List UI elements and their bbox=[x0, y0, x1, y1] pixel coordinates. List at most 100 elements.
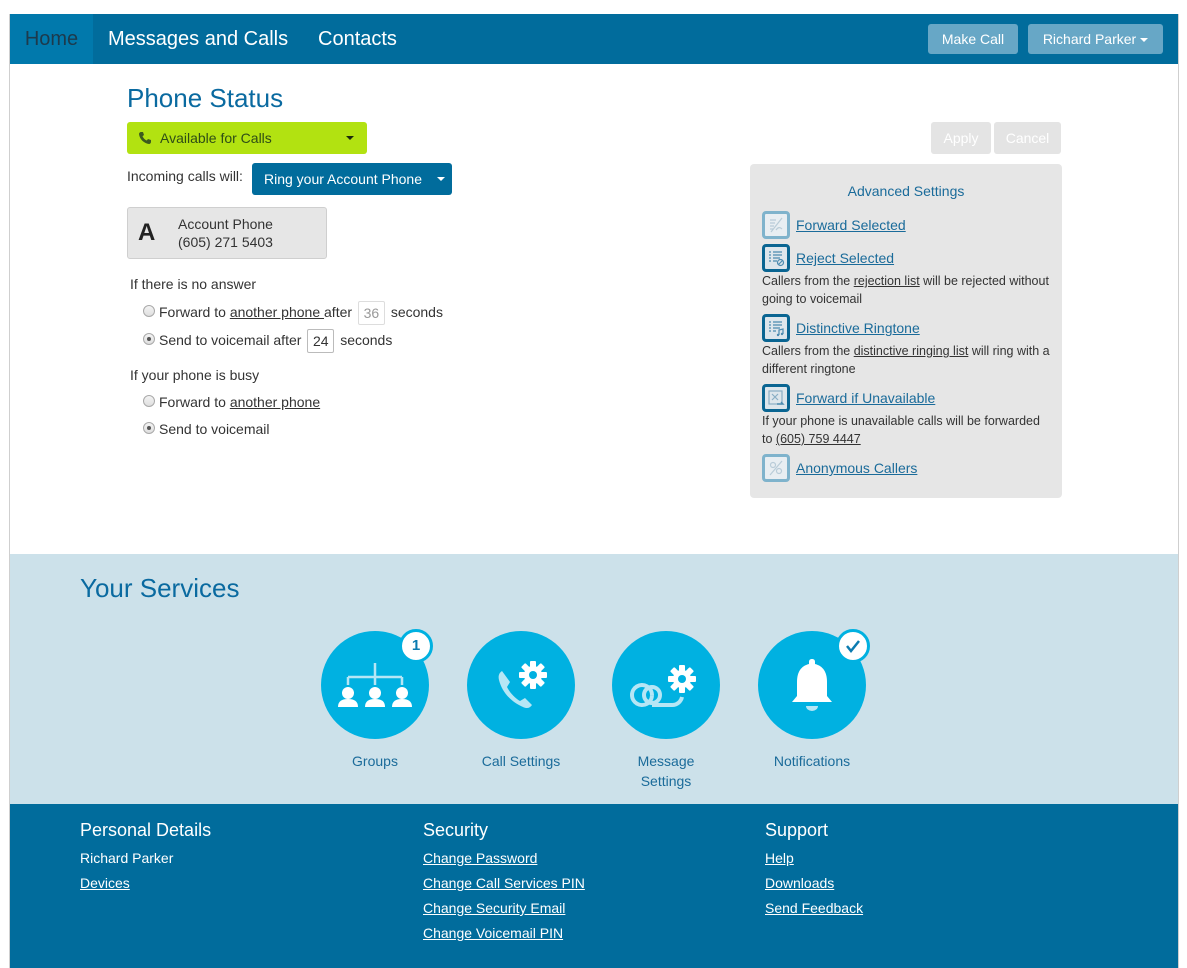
account-phone-card: A Account Phone (605) 271 5403 bbox=[127, 207, 327, 259]
page: Home Messages and Calls Contacts Make Ca… bbox=[9, 14, 1179, 968]
option-text: Forward to bbox=[159, 304, 230, 320]
footer-personal-details: Personal Details Richard Parker Devices bbox=[80, 820, 211, 901]
distinctive-ringtone-link[interactable]: Distinctive Ringtone bbox=[796, 320, 920, 336]
footer-user-name: Richard Parker bbox=[80, 850, 174, 866]
footer-heading: Support bbox=[765, 820, 829, 840]
account-phone-letter: A bbox=[138, 219, 156, 246]
footer-heading: Security bbox=[423, 820, 489, 840]
tab-contacts[interactable]: Contacts bbox=[318, 14, 397, 64]
service-circle bbox=[612, 631, 720, 739]
make-call-button[interactable]: Make Call bbox=[928, 24, 1018, 54]
service-label: Message Settings bbox=[637, 753, 695, 789]
footer-support: Support Help Downloads Send Feedback bbox=[765, 820, 863, 926]
forward-selected-link[interactable]: Forward Selected bbox=[796, 217, 906, 233]
no-answer-forward-option: Forward to another phone after 36 second… bbox=[143, 300, 443, 326]
busy-label: If your phone is busy bbox=[130, 367, 260, 383]
checkmark-icon bbox=[846, 640, 860, 654]
no-answer-forward-radio[interactable] bbox=[143, 305, 155, 318]
busy-forward-option: Forward to another phone bbox=[143, 390, 320, 414]
busy-voicemail-option: Send to voicemail bbox=[143, 417, 270, 441]
option-text: Forward to bbox=[159, 394, 230, 410]
phone-status-value: Available for Calls bbox=[160, 130, 272, 146]
service-circle bbox=[467, 631, 575, 739]
change-security-email-link[interactable]: Change Security Email bbox=[423, 901, 585, 926]
busy-voicemail-radio[interactable] bbox=[143, 422, 155, 435]
busy-forward-radio[interactable] bbox=[143, 395, 155, 408]
caret-down-icon bbox=[346, 136, 354, 140]
phone-icon bbox=[139, 132, 151, 144]
groups-count-badge: 1 bbox=[399, 629, 433, 663]
forward-unavailable-icon[interactable] bbox=[762, 384, 790, 412]
top-navbar: Home Messages and Calls Contacts Make Ca… bbox=[10, 14, 1178, 64]
service-message-settings[interactable]: Message Settings bbox=[612, 631, 720, 791]
user-name: Richard Parker bbox=[1042, 31, 1137, 47]
forward-unavailable-description: If your phone is unavailable calls will … bbox=[762, 412, 1052, 448]
footer: Personal Details Richard Parker Devices … bbox=[10, 804, 1178, 968]
description-text: Callers from the bbox=[762, 344, 854, 358]
account-phone-number: (605) 271 5403 bbox=[178, 234, 273, 250]
distinctive-ringtone-description: Callers from the distinctive ringing lis… bbox=[762, 342, 1052, 378]
no-answer-label: If there is no answer bbox=[130, 276, 257, 292]
change-call-services-pin-link[interactable]: Change Call Services PIN bbox=[423, 876, 585, 901]
seconds-label: seconds bbox=[340, 332, 393, 348]
advanced-settings-title: Advanced Settings bbox=[847, 183, 965, 199]
apply-button[interactable]: Apply bbox=[931, 122, 991, 154]
no-answer-voicemail-option: Send to voicemail after 24 seconds bbox=[143, 328, 393, 354]
service-call-settings[interactable]: Call Settings bbox=[467, 631, 575, 771]
reject-selected-link[interactable]: Reject Selected bbox=[796, 250, 894, 266]
reject-selected-icon[interactable] bbox=[762, 244, 790, 272]
change-voicemail-pin-link[interactable]: Change Voicemail PIN bbox=[423, 926, 585, 951]
service-notifications[interactable]: Notifications bbox=[758, 629, 870, 771]
option-text: Send to voicemail bbox=[159, 421, 270, 437]
service-label: Notifications bbox=[773, 753, 851, 769]
send-feedback-link[interactable]: Send Feedback bbox=[765, 901, 863, 926]
distinctive-ringing-list-link[interactable]: distinctive ringing list bbox=[854, 344, 969, 358]
rejection-list-link[interactable]: rejection list bbox=[854, 274, 920, 288]
service-label: Groups bbox=[352, 753, 398, 769]
no-answer-forward-seconds-input[interactable]: 36 bbox=[357, 301, 385, 326]
no-answer-voicemail-radio[interactable] bbox=[143, 333, 155, 346]
your-services-section: Your Services 1 Groups Call Settings Mes… bbox=[10, 554, 1178, 804]
seconds-label: seconds bbox=[390, 304, 443, 320]
page-title: Phone Status bbox=[127, 83, 284, 113]
option-text: Send to voicemail after bbox=[159, 332, 302, 348]
forward-if-unavailable-link[interactable]: Forward if Unavailable bbox=[796, 390, 935, 406]
footer-security: Security Change Password Change Call Ser… bbox=[423, 820, 585, 951]
cancel-button[interactable]: Cancel bbox=[994, 122, 1061, 154]
phone-status-dropdown[interactable]: Available for Calls bbox=[127, 122, 367, 154]
option-text: after bbox=[324, 304, 353, 320]
incoming-calls-label: Incoming calls will: bbox=[127, 168, 243, 184]
caret-down-icon bbox=[1140, 38, 1149, 43]
call-settings-icon bbox=[498, 661, 547, 709]
change-password-link[interactable]: Change Password bbox=[423, 851, 585, 876]
downloads-link[interactable]: Downloads bbox=[765, 876, 863, 901]
footer-heading: Personal Details bbox=[80, 820, 212, 840]
advanced-settings-panel: Advanced Settings Forward Selected Rejec… bbox=[750, 164, 1062, 498]
notifications-check-badge bbox=[836, 629, 870, 663]
service-circle bbox=[758, 629, 870, 739]
service-circle: 1 bbox=[321, 629, 433, 739]
another-phone-link[interactable]: another phone bbox=[230, 304, 324, 320]
forward-selected-icon[interactable] bbox=[762, 211, 790, 239]
anonymous-callers-link[interactable]: Anonymous Callers bbox=[796, 460, 917, 476]
description-text: Callers from the bbox=[762, 274, 854, 288]
your-services-title: Your Services bbox=[80, 573, 240, 603]
anonymous-callers-icon[interactable] bbox=[762, 454, 790, 482]
service-groups[interactable]: 1 Groups bbox=[321, 629, 433, 771]
message-settings-icon bbox=[630, 665, 696, 708]
account-phone-name: Account Phone bbox=[178, 216, 273, 232]
service-label: Call Settings bbox=[481, 753, 561, 769]
incoming-calls-dropdown[interactable]: Ring your Account Phone bbox=[252, 163, 452, 195]
incoming-calls-value: Ring your Account Phone bbox=[264, 171, 422, 187]
another-phone-link[interactable]: another phone bbox=[230, 394, 320, 410]
devices-link[interactable]: Devices bbox=[80, 876, 211, 901]
distinctive-ringtone-icon[interactable] bbox=[762, 314, 790, 342]
user-menu-button[interactable]: Richard Parker bbox=[1028, 24, 1163, 54]
tab-messages-and-calls[interactable]: Messages and Calls bbox=[108, 14, 288, 64]
help-link[interactable]: Help bbox=[765, 851, 863, 876]
tab-home[interactable]: Home bbox=[10, 14, 93, 64]
no-answer-voicemail-seconds-input[interactable]: 24 bbox=[307, 329, 335, 354]
caret-down-icon bbox=[437, 177, 445, 181]
forward-number-link[interactable]: (605) 759 4447 bbox=[776, 432, 861, 446]
reject-selected-description: Callers from the rejection list will be … bbox=[762, 272, 1052, 308]
